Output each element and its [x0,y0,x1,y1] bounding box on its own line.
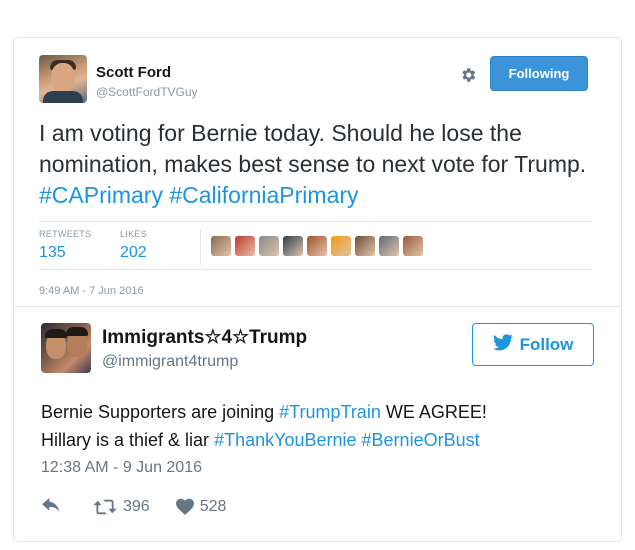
follow-button-label: Follow [519,334,574,354]
retweets-stat[interactable]: RETWEETS 135 [39,229,91,262]
heart-icon [175,498,194,515]
liker-avatar[interactable] [403,236,423,256]
tweet-timestamp[interactable]: 9:49 AM - 7 Jun 2016 [39,285,144,297]
user-avatar[interactable] [41,323,91,373]
following-button[interactable]: Following [490,56,588,91]
retweet-count: 396 [123,498,150,515]
retweet-icon [93,499,117,515]
like-button[interactable]: 528 [175,498,227,516]
divider [39,221,592,222]
divider [14,306,621,307]
liker-avatar[interactable] [283,236,303,256]
liker-avatar[interactable] [211,236,231,256]
liker-avatar[interactable] [355,236,375,256]
hashtag-link[interactable]: #ThankYouBernie [214,430,356,450]
liker-avatars [211,236,423,256]
liker-avatar[interactable] [307,236,327,256]
hashtag-link[interactable]: #TrumpTrain [279,402,381,422]
tweet-text-body: I am voting for Bernie today. Should he … [39,120,587,177]
divider [200,229,201,265]
tweet-text: I am voting for Bernie today. Should he … [39,118,599,211]
stat-value: 202 [120,244,147,261]
stat-label: LIKES [120,229,148,239]
user-handle[interactable]: @immigrant4trump [102,353,238,371]
user-avatar[interactable] [39,55,87,103]
twitter-bird-icon [492,333,513,356]
tweet-text-line: Bernie Supporters are joining #TrumpTrai… [41,398,601,426]
like-count: 528 [199,498,227,515]
liker-avatar[interactable] [379,236,399,256]
tweet-actions: 396 528 [41,498,226,516]
tweet-text-body: WE AGREE! [380,402,487,422]
retweet-button[interactable]: 396 [93,498,150,516]
user-display-name[interactable]: Scott Ford [96,64,171,81]
reply-icon [42,498,60,512]
stat-value: 135 [39,244,66,261]
liker-avatar[interactable] [235,236,255,256]
hashtag-link[interactable]: #CAPrimary [39,182,163,208]
follow-button[interactable]: Follow [472,323,594,366]
hashtag-link[interactable]: #CaliforniaPrimary [169,182,358,208]
divider [39,269,592,270]
user-handle[interactable]: @ScottFordTVGuy [96,85,198,99]
stat-label: RETWEETS [39,229,92,239]
tweet-text-body: Bernie Supporters are joining [41,402,280,422]
reply-button[interactable] [41,498,63,516]
gear-icon[interactable] [459,66,477,84]
likes-stat[interactable]: LIKES 202 [120,229,147,262]
tweet-text: Bernie Supporters are joining #TrumpTrai… [41,398,601,454]
liker-avatar[interactable] [331,236,351,256]
tweet-text-line: Hillary is a thief & liar #ThankYouBerni… [41,426,601,454]
tweet-timestamp[interactable]: 12:38 AM - 9 Jun 2016 [41,459,202,477]
liker-avatar[interactable] [259,236,279,256]
hashtag-link[interactable]: #BernieOrBust [362,430,480,450]
tweet-text-body: Hillary is a thief & liar [41,430,215,450]
tweet-embed-card: Scott Ford @ScottFordTVGuy Following I a… [13,37,622,542]
user-display-name[interactable]: Immigrants☆4☆Trump [102,326,307,349]
